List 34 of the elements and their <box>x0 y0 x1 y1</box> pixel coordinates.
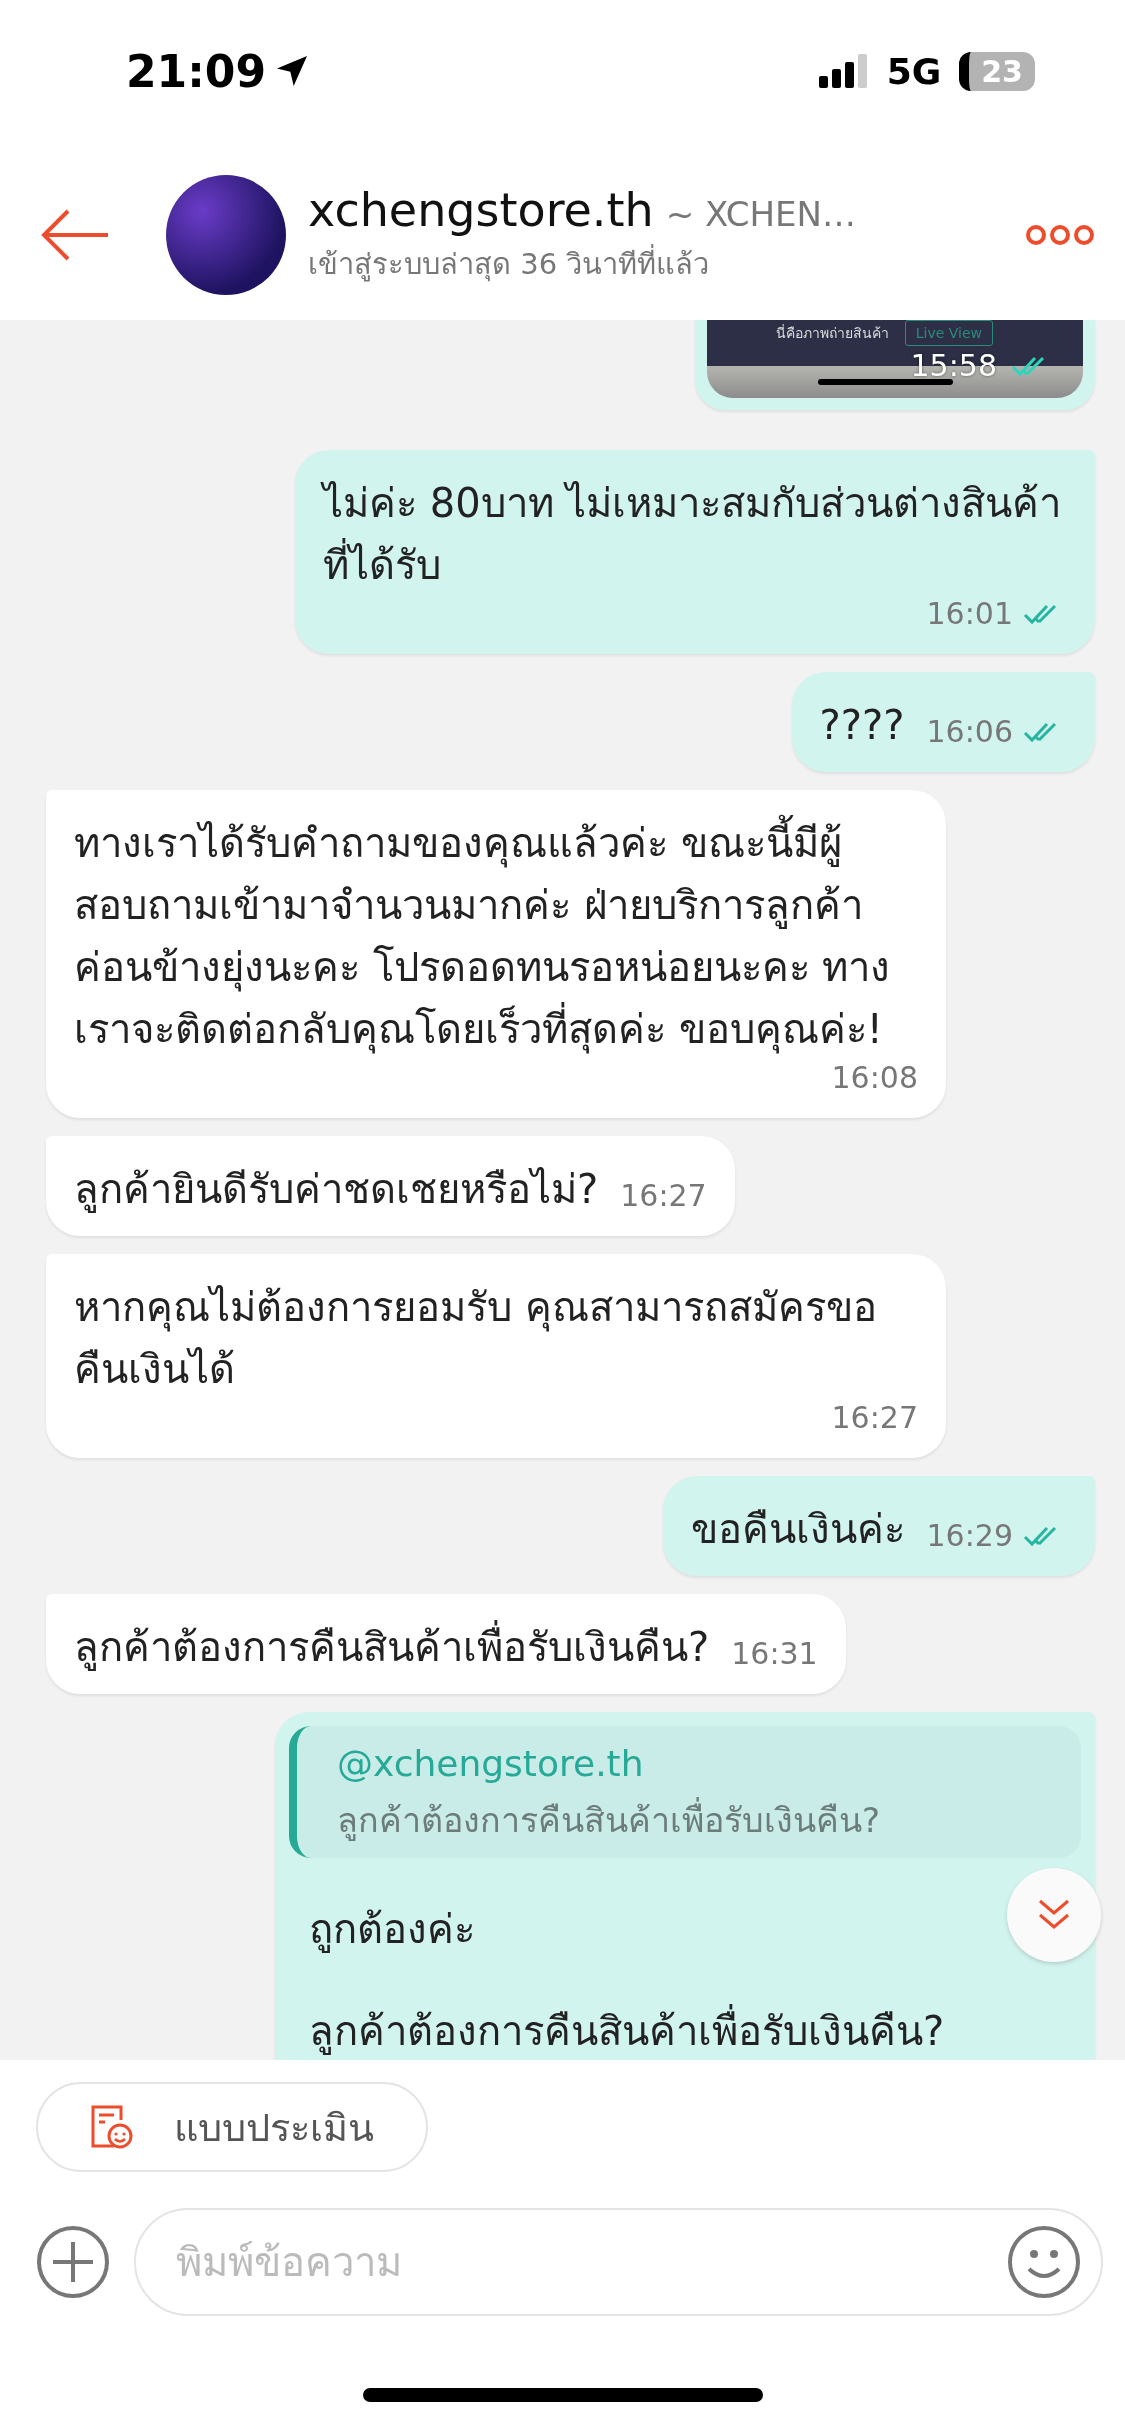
battery-indicator: 23 <box>959 51 1035 91</box>
message-composer[interactable]: พิมพ์ข้อความ <box>134 2208 1103 2316</box>
survey-form-icon <box>90 2104 134 2150</box>
message-time: 16:06 <box>926 714 1013 750</box>
message-text: ???? <box>819 701 905 750</box>
quoted-author: @xchengstore.th <box>337 1742 645 1786</box>
quoted-text: ลูกค้าต้องการคืนสินค้าเพื่อรับเงินคืน? <box>337 1792 1053 1848</box>
add-icon[interactable] <box>36 2225 110 2299</box>
signal-icon <box>818 54 869 88</box>
message-text: ลูกค้าต้องการคืนสินค้าเพื่อรับเงินคืน? <box>74 1612 710 1678</box>
message-time: 16:08 <box>831 1060 918 1096</box>
screenshot-caption: นี่คือภาพถ่ายสินค้า <box>775 323 889 343</box>
emoji-icon[interactable] <box>1007 2225 1081 2299</box>
last-seen-text: เข้าสู่ระบบล่าสุด 36 วินาทีที่แล้ว <box>308 241 1025 287</box>
back-arrow-icon[interactable] <box>40 209 110 261</box>
message-text: ลูกค้าต้องการคืนสินค้าเพื่อรับเงินคืน? <box>309 1996 945 2060</box>
message-time: 16:01 <box>926 596 1013 632</box>
message-time: 16:27 <box>831 1400 918 1436</box>
message-time: 16:27 <box>620 1178 707 1214</box>
survey-button[interactable]: แบบประเมิน <box>36 2082 428 2172</box>
message-text: ถูกต้องค่ะ <box>309 1905 475 1955</box>
message-input-field[interactable]: พิมพ์ข้อความ <box>174 2238 1007 2286</box>
more-options-icon[interactable] <box>1025 224 1095 246</box>
message-text: ทางเราได้รับคำถามของคุณแล้วค่ะ ขณะนี้มีผู้สอบถามเข้ามาจำนวนมากค่ะ ฝ่ายบริการลูกค้าค่อนข้างยุ่งนะคะ โปรดอดทนรอหน่อยนะคะ ทางเราจะติดต่อกลับคุณโดยเร็วที่สุดค่ะ ขอบคุณค่ะ! <box>74 808 918 1060</box>
shop-name: xchengstore.th <box>308 183 654 237</box>
message-text: หากคุณไม่ต้องการยอมรับ คุณสามารถสมัครขอคืนเงินได้ <box>74 1283 878 1394</box>
message-time: 16:29 <box>926 1518 1013 1554</box>
message-text: ขอคืนเงินค่ะ <box>690 1505 905 1554</box>
network-label: 5G <box>886 50 942 92</box>
live-view-button: Live View <box>904 320 993 346</box>
message-time: 16:31 <box>731 1636 818 1672</box>
message-text: ลูกค้ายินดีรับค่าชดเชยหรือไม่? <box>74 1165 599 1215</box>
status-time: 21:09 <box>126 45 267 97</box>
shop-subtitle: ~ XCHEN… <box>665 194 857 234</box>
